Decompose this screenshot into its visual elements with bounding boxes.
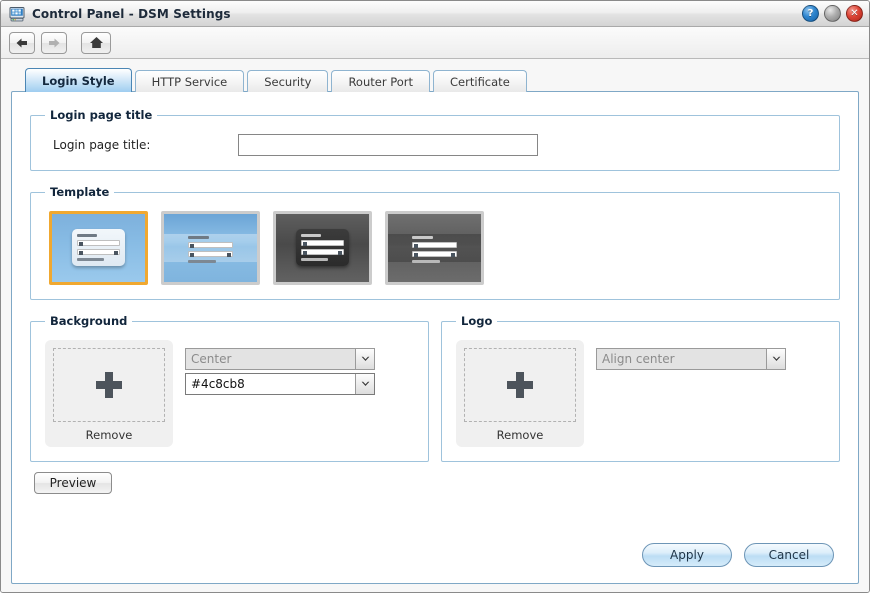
remember-line [301,257,328,261]
logo-upload-row: Remove Align center [454,336,827,449]
login-form [188,235,233,263]
card-title-line [188,235,209,239]
login-page-title-row: Login page title: [43,130,827,158]
username-line [412,241,457,248]
template-preview [388,214,481,282]
tab-router-port[interactable]: Router Port [331,70,431,92]
template-thumb-blue-band[interactable] [161,211,260,285]
home-button[interactable] [81,31,111,54]
background-upload-box[interactable]: Remove [45,340,173,447]
login-page-title-label: Login page title: [53,138,151,152]
logo-group: Logo Remove Align center [441,314,840,462]
home-icon [89,36,104,49]
cancel-button[interactable]: Cancel [744,543,834,567]
background-legend: Background [50,314,128,328]
chevron-down-icon[interactable] [766,349,785,369]
tab-login-style[interactable]: Login Style [25,68,132,92]
minimize-button[interactable] [824,5,841,22]
preview-row: Preview [30,472,840,494]
login-page-title-group: Login page title Login page title: [30,108,840,171]
apply-button[interactable]: Apply [642,543,732,567]
preview-button[interactable]: Preview [34,472,112,494]
remember-line [412,259,440,263]
password-line [188,250,233,257]
title-bar: Control Panel - DSM Settings ? ✕ [1,1,869,27]
control-panel-window: Control Panel - DSM Settings ? ✕ Login S… [0,0,870,593]
logo-dropzone[interactable] [464,348,576,422]
background-dropzone[interactable] [53,348,165,422]
tab-http-service[interactable]: HTTP Service [134,70,245,92]
template-group: Template [30,185,840,300]
template-preview [52,214,145,282]
logo-align-value: Align center [602,352,675,366]
background-position-select[interactable]: Center [185,348,375,370]
logo-remove-button[interactable]: Remove [497,428,544,442]
arrow-left-icon [15,37,29,49]
window-title: Control Panel - DSM Settings [32,6,231,21]
panel-footer: Apply Cancel [30,543,840,571]
template-thumb-dark-card[interactable] [273,211,372,285]
back-button[interactable] [9,31,35,54]
background-logo-row: Background Remove Center #4c8cb8 Logo Re… [30,314,840,462]
window-body: Login Style HTTP Service Security Router… [1,59,869,592]
card-title-line [301,233,321,237]
password-line [412,250,457,257]
username-line [188,241,233,248]
forward-button[interactable] [41,31,67,54]
logo-legend: Logo [461,314,493,328]
arrow-right-icon [47,37,61,49]
background-position-value: Center [191,352,232,366]
background-group: Background Remove Center #4c8cb8 [30,314,429,462]
login-style-panel: Login page title Login page title: Templ… [11,91,859,584]
card-title-line [77,233,97,237]
username-line [77,239,120,246]
template-preview [164,214,257,282]
password-line [301,248,344,255]
tab-security[interactable]: Security [247,70,329,92]
navigation-toolbar [1,27,869,59]
help-button[interactable]: ? [802,5,819,22]
login-card [296,228,349,266]
close-button[interactable]: ✕ [846,5,863,22]
window-controls: ? ✕ [802,5,863,22]
chevron-down-icon[interactable] [355,349,374,369]
background-color-select[interactable]: #4c8cb8 [185,373,375,395]
login-card [72,228,125,266]
plus-icon [506,371,534,399]
remember-line [188,259,216,263]
tab-certificate[interactable]: Certificate [433,70,527,92]
password-line [77,248,120,255]
background-color-value: #4c8cb8 [191,377,245,391]
logo-selects: Align center [596,340,786,370]
tab-bar: Login Style HTTP Service Security Router… [11,68,859,92]
template-thumb-dark-band[interactable] [385,211,484,285]
logo-upload-box[interactable]: Remove [456,340,584,447]
template-legend: Template [50,185,110,199]
control-panel-icon [9,6,25,22]
background-selects: Center #4c8cb8 [185,340,375,395]
template-thumb-blue-card[interactable] [49,211,148,285]
card-title-line [412,235,433,239]
template-preview [276,214,369,282]
logo-align-select[interactable]: Align center [596,348,786,370]
login-page-title-input[interactable] [238,134,538,156]
login-page-title-legend: Login page title [50,108,153,122]
chevron-down-icon[interactable] [355,374,374,394]
plus-icon [95,371,123,399]
remember-line [77,257,104,261]
login-form [412,235,457,263]
background-upload-row: Remove Center #4c8cb8 [43,336,416,449]
template-list [43,207,827,287]
background-remove-button[interactable]: Remove [86,428,133,442]
username-line [301,239,344,246]
